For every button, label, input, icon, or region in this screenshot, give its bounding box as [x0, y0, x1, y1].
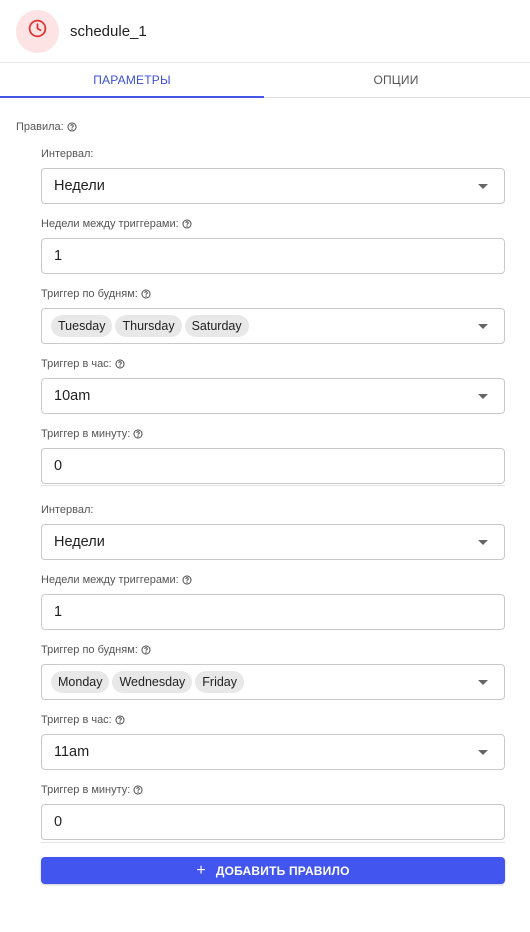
dropdown-caret-icon	[478, 539, 488, 545]
hour-label: Триггер в час:	[41, 357, 505, 371]
node-name: schedule_1	[70, 22, 147, 40]
help-icon[interactable]	[141, 289, 151, 299]
dropdown-caret-icon	[478, 393, 488, 399]
weeks-between-label: Недели между триггерами:	[41, 573, 505, 587]
minute-label-text: Триггер в минуту:	[41, 428, 131, 440]
interval-value: Недели	[54, 178, 105, 194]
help-icon[interactable]	[182, 219, 192, 229]
weekdays-multiselect[interactable]: Monday Wednesday Friday	[41, 664, 505, 700]
weeks-between-input[interactable]: 1	[41, 594, 505, 630]
weekday-chip[interactable]: Tuesday	[51, 315, 113, 337]
interval-select[interactable]: Недели	[41, 524, 505, 560]
add-rule-button[interactable]: + ДОБАВИТЬ ПРАВИЛО	[41, 857, 505, 884]
interval-label: Интервал:	[41, 504, 94, 516]
weekday-chip[interactable]: Thursday	[115, 315, 182, 337]
hour-select[interactable]: 11am	[41, 734, 505, 770]
rules-section-label: Правила:	[16, 121, 77, 133]
weekday-chip[interactable]: Monday	[51, 671, 110, 693]
weekday-chip[interactable]: Friday	[195, 671, 245, 693]
help-icon[interactable]	[133, 785, 143, 795]
weekdays-label: Триггер по будням:	[41, 287, 505, 301]
help-icon[interactable]	[115, 359, 125, 369]
weeks-between-value: 1	[54, 248, 63, 264]
rules-label: Правила:	[16, 121, 64, 133]
hour-label-text: Триггер в час:	[41, 714, 112, 726]
hour-label: Триггер в час:	[41, 713, 505, 727]
minute-input[interactable]: 0	[41, 804, 505, 840]
dropdown-caret-icon	[478, 679, 488, 685]
weeks-between-label: Недели между триггерами:	[41, 217, 505, 231]
tab-options[interactable]: ОПЦИИ	[264, 63, 528, 97]
tab-bar: ПАРАМЕТРЫ ОПЦИИ	[0, 62, 530, 98]
node-header: schedule_1	[0, 0, 530, 62]
node-avatar	[16, 9, 59, 53]
rule-card: Интервал: Недели Недели между триггерами…	[41, 503, 505, 840]
dropdown-caret-icon	[478, 749, 488, 755]
tab-parameters[interactable]: ПАРАМЕТРЫ	[0, 63, 264, 97]
weekdays-label-text: Триггер по будням:	[41, 644, 138, 656]
minute-label: Триггер в минуту:	[41, 427, 505, 441]
interval-select[interactable]: Недели	[41, 168, 505, 204]
interval-label: Интервал:	[41, 148, 94, 160]
weekdays-label-text: Триггер по будням:	[41, 288, 138, 300]
help-icon[interactable]	[67, 122, 77, 132]
rule-divider	[41, 842, 505, 843]
rule-card: Интервал: Недели Недели между триггерами…	[41, 147, 505, 484]
rule-divider	[41, 485, 505, 486]
weekdays-multiselect[interactable]: Tuesday Thursday Saturday	[41, 308, 505, 344]
weeks-between-label-text: Недели между триггерами:	[41, 218, 179, 230]
help-icon[interactable]	[115, 715, 125, 725]
hour-value: 10am	[54, 388, 91, 404]
minute-value: 0	[54, 458, 63, 474]
hour-select[interactable]: 10am	[41, 378, 505, 414]
minute-label-text: Триггер в минуту:	[41, 784, 131, 796]
interval-value: Недели	[54, 534, 105, 550]
help-icon[interactable]	[141, 645, 151, 655]
dropdown-caret-icon	[478, 323, 488, 329]
weeks-between-label-text: Недели между триггерами:	[41, 574, 179, 586]
weekdays-label: Триггер по будням:	[41, 643, 505, 657]
minute-value: 0	[54, 814, 63, 830]
weeks-between-value: 1	[54, 604, 63, 620]
weekday-chip[interactable]: Saturday	[184, 315, 249, 337]
minute-label: Триггер в минуту:	[41, 783, 505, 797]
hour-label-text: Триггер в час:	[41, 358, 112, 370]
plus-icon: +	[196, 861, 206, 879]
add-rule-label: ДОБАВИТЬ ПРАВИЛО	[215, 863, 350, 878]
help-icon[interactable]	[133, 429, 143, 439]
weekday-chip[interactable]: Wednesday	[112, 671, 193, 693]
active-tab-indicator	[0, 96, 264, 98]
minute-input[interactable]: 0	[41, 448, 505, 484]
clock-icon	[27, 18, 48, 44]
hour-value: 11am	[54, 744, 90, 760]
dropdown-caret-icon	[478, 183, 488, 189]
weeks-between-input[interactable]: 1	[41, 238, 505, 274]
help-icon[interactable]	[182, 575, 192, 585]
